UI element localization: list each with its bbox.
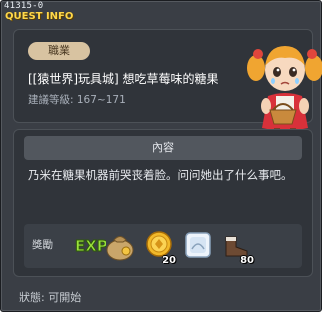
- quest-detail-panel: 內容 乃米在糖果机器前哭丧着脸。问问她出了什么事吧。 獎勵 EXP 20 80: [13, 129, 313, 277]
- ice-cube-icon: [185, 232, 211, 258]
- reward-bar: 獎勵 EXP 20 80: [24, 224, 302, 268]
- npc-avatar-icon: [247, 46, 322, 134]
- category-badge: 職業: [28, 42, 90, 60]
- quest-summary-panel: 職業 [[猿世界]玩具城] 想吃草莓味的糖果 建議等級: 167~171: [13, 29, 322, 134]
- reward-item-coin[interactable]: 20: [142, 229, 176, 266]
- reward-count: 20: [162, 255, 176, 266]
- quest-info-window: 41315-0 QUEST INFO 職業 [[猿世界]玩具城] 想吃草莓味的糖…: [0, 0, 322, 312]
- reward-count: 80: [240, 255, 254, 266]
- quest-description: 乃米在糖果机器前哭丧着脸。问问她出了什么事吧。: [28, 168, 293, 182]
- exp-label: EXP: [75, 237, 106, 255]
- quest-name: [[猿世界]玩具城] 想吃草莓味的糖果: [28, 72, 219, 86]
- quest-status: 狀態: 可開始: [19, 291, 82, 304]
- money-bag-icon: [106, 236, 134, 261]
- exp-icon: EXP: [75, 237, 107, 256]
- reward-label: 獎勵: [32, 239, 53, 251]
- reward-item-boot[interactable]: 80: [220, 229, 254, 266]
- reward-item-ice-cube[interactable]: [182, 229, 214, 263]
- recommended-level: 建議等級: 167~171: [28, 94, 126, 106]
- window-title: QUEST INFO: [5, 11, 74, 22]
- content-header: 內容: [24, 136, 302, 160]
- reward-item-money-bag[interactable]: [104, 229, 136, 263]
- quest-id: 41315-0: [4, 1, 44, 11]
